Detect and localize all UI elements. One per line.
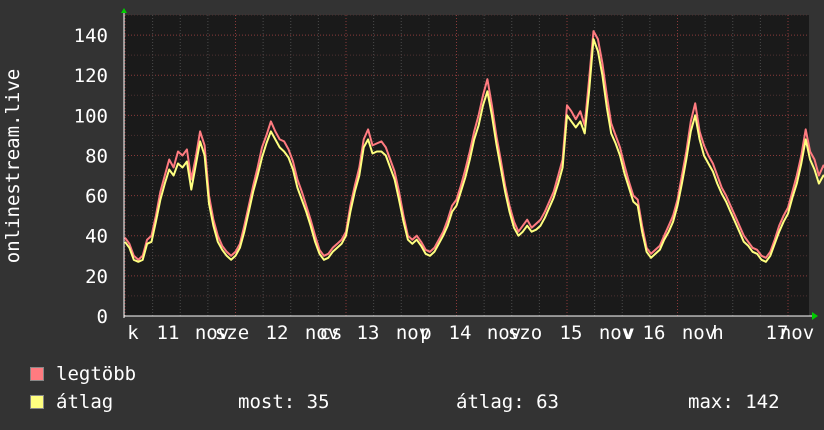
legend-label-max: legtöbb: [56, 363, 137, 385]
y-tick-label: 20: [85, 266, 108, 288]
x-tick-label: p: [420, 322, 431, 344]
legend-swatch-max: [30, 367, 44, 381]
x-tick-label: k: [127, 322, 139, 344]
y-axis-label: onlinestream.live: [2, 69, 24, 263]
x-tick-label: sze: [215, 322, 249, 344]
legend-swatch-avg: [30, 395, 44, 409]
x-tick-label: 15: [560, 322, 583, 344]
legend-item-avg: átlag: [30, 391, 113, 413]
x-tick-label: 12: [266, 322, 289, 344]
y-tick-label: 140: [74, 25, 108, 47]
y-tick-label: 100: [74, 105, 108, 127]
y-axis-arrow: [121, 8, 127, 13]
y-tick-label: 60: [85, 186, 108, 208]
x-tick-label: nov: [780, 322, 814, 344]
x-tick-label: 14: [449, 322, 472, 344]
y-tick-label: 120: [74, 65, 108, 87]
x-tick-label: v: [623, 322, 634, 344]
x-axis: k 11 novsze 12 novcs 13 novp 14 novszo 15 novv 16 no…: [127, 322, 814, 344]
legend-label-avg: átlag: [56, 391, 114, 413]
x-tick-label: 16: [643, 322, 666, 344]
stat-current: most: 35: [238, 391, 330, 413]
x-tick-label: 11: [157, 322, 180, 344]
y-tick-label: 0: [97, 306, 108, 328]
x-tick-label: nov: [682, 322, 716, 344]
y-tick-label: 40: [85, 226, 108, 248]
y-tick-label: 80: [85, 145, 108, 167]
x-tick-label: cs: [320, 322, 343, 344]
stat-max: max: 142: [688, 391, 780, 413]
x-tick-label: 13: [357, 322, 380, 344]
stat-average: átlag: 63: [456, 391, 559, 413]
y-axis: 0 20 40 60 80 100 120 140: [74, 25, 108, 328]
x-axis-arrow: [812, 312, 818, 320]
x-tick-label: szo: [508, 322, 542, 344]
legend-item-max: legtöbb: [30, 363, 136, 385]
x-tick-label: h: [712, 322, 723, 344]
